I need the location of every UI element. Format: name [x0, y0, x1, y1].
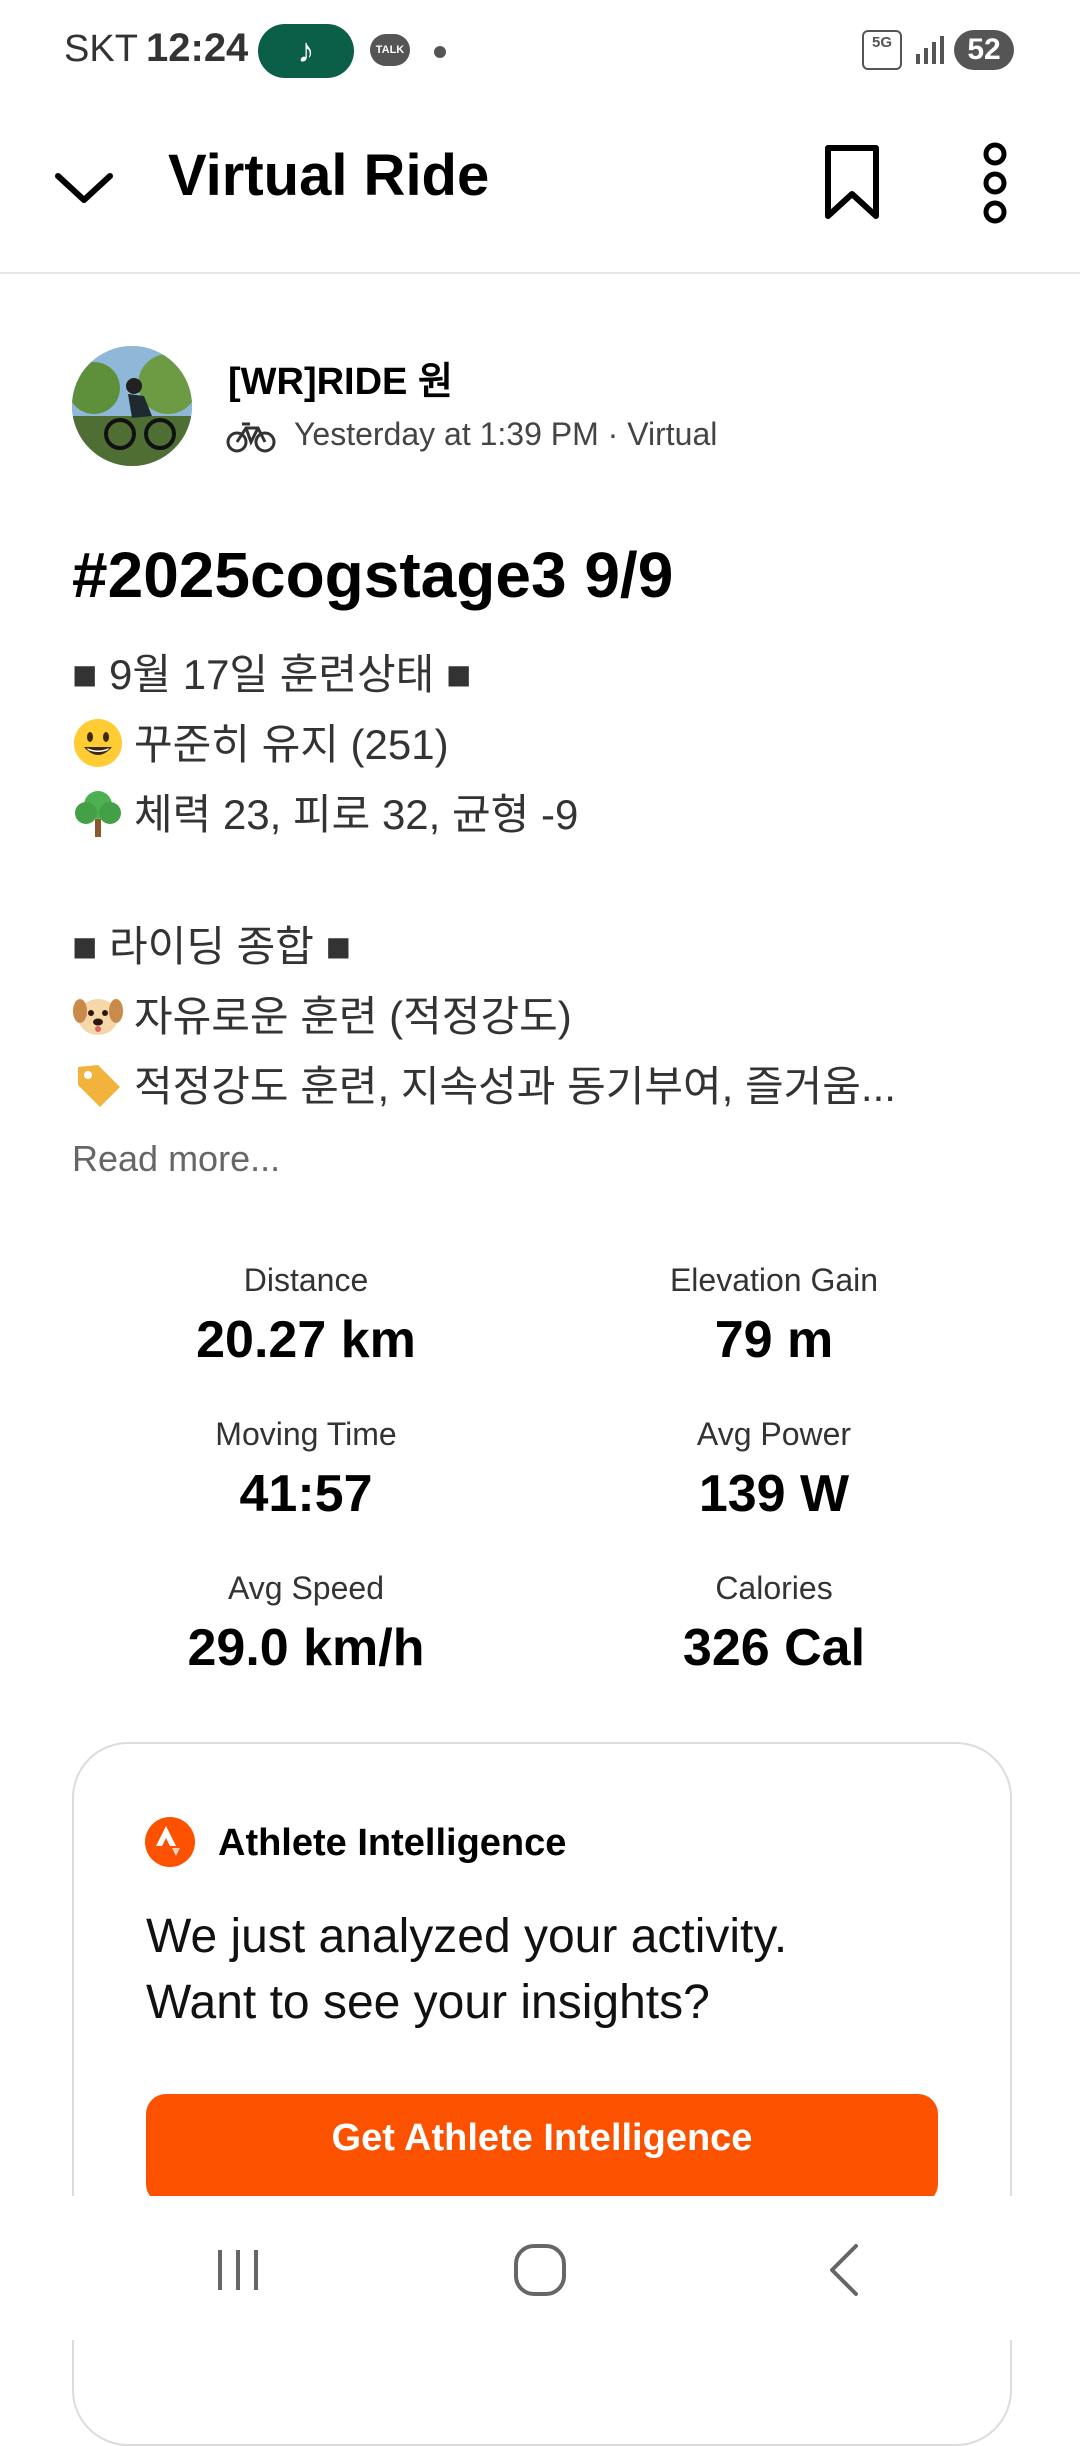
smiley-emoji-icon	[74, 719, 122, 767]
athlete-intelligence-card: Athlete Intelligence We just analyzed yo…	[72, 1742, 1012, 2446]
battery-icon: 52	[954, 30, 1014, 70]
stat-label: Distance	[243, 1262, 369, 1298]
stat-distance: Distance 20.27 km	[106, 1262, 506, 1370]
tree-emoji-icon	[75, 791, 121, 837]
stat-calories: Calories 326 Cal	[574, 1570, 974, 1678]
read-more-link[interactable]: Read more...	[72, 1138, 280, 1180]
description-line: 자유로운 훈련 (적정강도)	[72, 982, 1032, 1052]
description-line: 꾸준히 유지 (251)	[72, 710, 1032, 780]
more-options-icon[interactable]	[960, 138, 1030, 228]
bike-icon	[226, 422, 276, 453]
tag-emoji-icon	[78, 1065, 120, 1107]
stat-moving-time: Moving Time 41:57	[106, 1416, 506, 1524]
clock: 12:24	[146, 26, 249, 70]
stat-label: Elevation Gain	[669, 1262, 879, 1298]
card-message: We just analyzed your activity. Want to …	[146, 1910, 788, 2029]
activity-title: #2025cogstage3 9/9	[72, 539, 674, 611]
get-athlete-intelligence-button[interactable]: Get Athlete Intelligence	[146, 2094, 938, 2204]
description-line: ■ 9월 17일 훈련상태 ■	[72, 651, 472, 698]
stat-label: Calories	[715, 1570, 833, 1606]
home-icon[interactable]	[512, 2242, 568, 2298]
page-title: Virtual Ride	[168, 143, 490, 208]
talk-notification-icon: TALK	[370, 34, 410, 66]
stat-value: 29.0 km/h	[187, 1619, 425, 1677]
carrier-label: SKT	[64, 28, 138, 70]
stat-value: 326 Cal	[682, 1619, 866, 1677]
description-line: 체력 23, 피로 32, 균형 -9	[72, 780, 1032, 850]
recent-apps-icon[interactable]	[212, 2246, 264, 2294]
description-line: 적정강도 훈련, 지속성과 동기부여, 즐거움...	[72, 1052, 1032, 1122]
athlete-name[interactable]: [WR]RIDE 원	[228, 350, 453, 405]
app-header: Virtual Ride	[0, 100, 1080, 274]
back-icon[interactable]	[820, 2242, 870, 2298]
stat-elevation-gain: Elevation Gain 79 m	[574, 1262, 974, 1370]
avatar-photo	[72, 346, 192, 466]
network-5g-icon: 5G	[862, 30, 902, 70]
stat-avg-power: Avg Power 139 W	[574, 1416, 974, 1524]
description-line: ■ 라이딩 종합 ■	[72, 923, 351, 970]
stat-avg-speed: Avg Speed 29.0 km/h	[106, 1570, 506, 1678]
system-nav-bar	[0, 2196, 1080, 2340]
avatar[interactable]	[72, 346, 192, 466]
stat-value: 41:57	[239, 1465, 373, 1523]
stat-label: Avg Speed	[228, 1570, 384, 1606]
activity-meta: Yesterday at 1:39 PM · Virtual	[294, 416, 718, 452]
status-bar: SKT 12:24 ♪ TALK 5G 52	[0, 0, 1080, 100]
bookmark-icon[interactable]	[810, 140, 894, 224]
stat-value: 139 W	[698, 1465, 850, 1523]
more-notifications-dot	[434, 46, 446, 58]
stat-value: 79 m	[714, 1311, 834, 1369]
signal-icon	[916, 36, 944, 64]
stat-value: 20.27 km	[196, 1311, 416, 1369]
stat-label: Avg Power	[696, 1416, 852, 1452]
activity-description: ■ 9월 17일 훈련상태 ■ 꾸준히 유지 (251) 체력 23, 피로 3…	[72, 640, 1032, 1122]
dog-emoji-icon	[73, 999, 123, 1035]
chevron-down-icon[interactable]	[48, 150, 120, 222]
card-title: Athlete Intelligence	[218, 1822, 567, 1864]
stat-label: Moving Time	[215, 1416, 397, 1452]
music-notification-icon: ♪	[258, 24, 354, 78]
strava-logo-icon	[145, 1817, 195, 1867]
